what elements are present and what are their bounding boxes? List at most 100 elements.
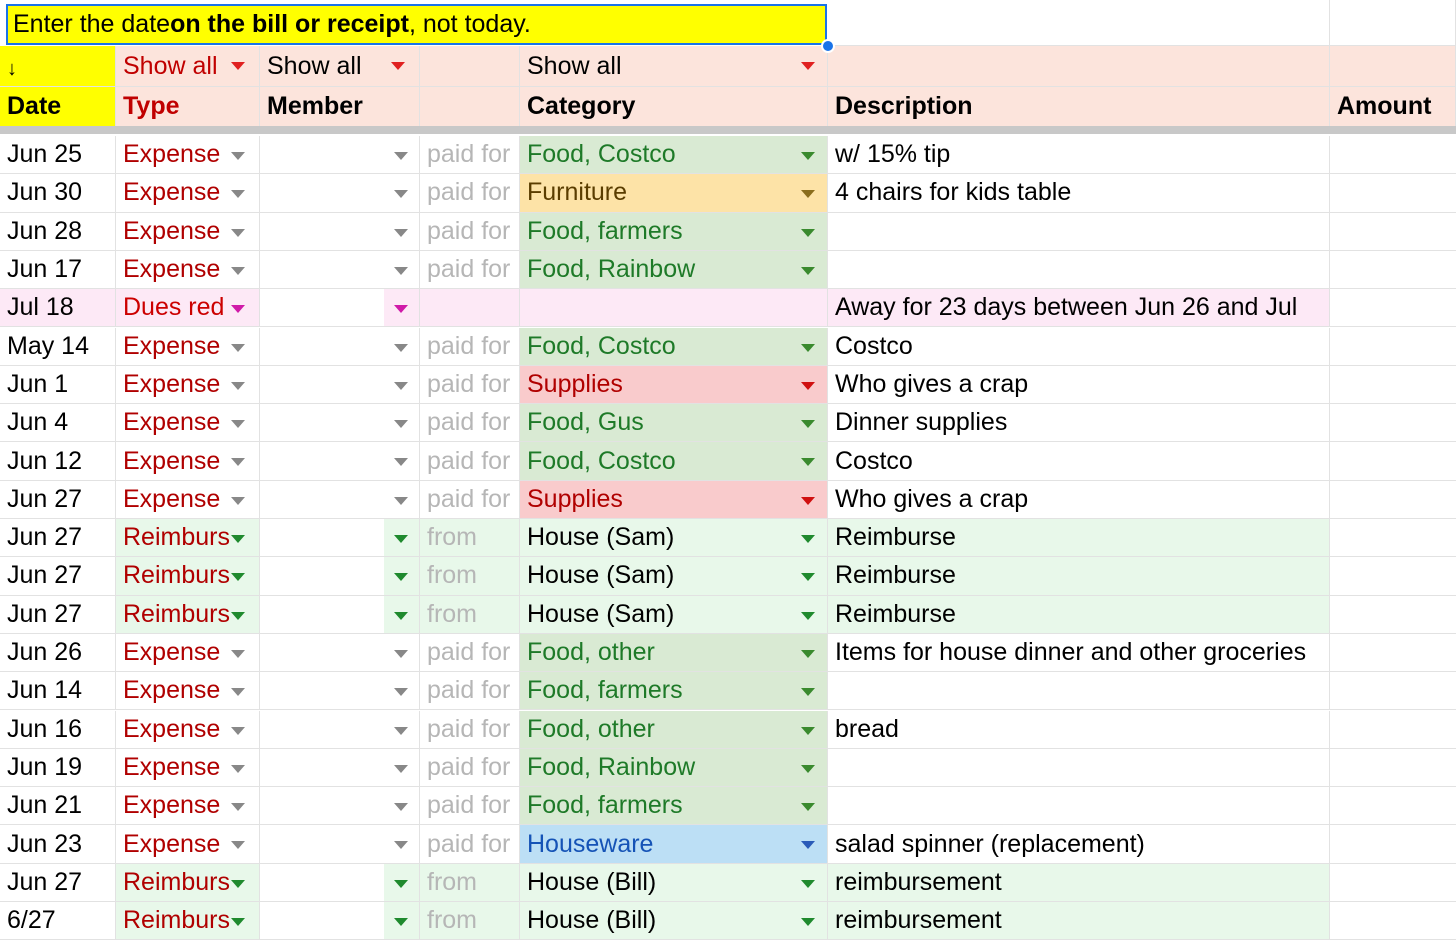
amount-cell[interactable] xyxy=(1330,289,1456,328)
description-cell[interactable]: reimbursement xyxy=(828,863,1330,902)
description-cell[interactable]: Who gives a crap xyxy=(828,365,1330,405)
type-dropdown-icon[interactable] xyxy=(231,266,245,275)
member-dropdown[interactable] xyxy=(384,902,420,940)
description-cell[interactable] xyxy=(828,672,1330,711)
member-dropdown[interactable] xyxy=(384,672,420,711)
description-cell[interactable]: 4 chairs for kids table xyxy=(828,174,1330,213)
type-dropdown-icon[interactable] xyxy=(231,918,245,926)
type-dropdown-icon[interactable] xyxy=(231,649,245,658)
date-cell[interactable]: Jun 25 xyxy=(0,136,116,175)
category-cell[interactable]: Food, Costco xyxy=(520,442,828,481)
type-cell[interactable]: Expense xyxy=(116,672,260,711)
category-cell[interactable]: House (Sam) xyxy=(520,595,828,634)
member-dropdown-icon[interactable] xyxy=(394,573,408,582)
type-dropdown-icon[interactable] xyxy=(231,688,245,697)
member-dropdown-icon[interactable] xyxy=(394,726,408,735)
date-cell[interactable]: 6/27 xyxy=(0,902,116,940)
type-cell[interactable]: Expense xyxy=(116,365,260,405)
date-cell[interactable]: Jun 12 xyxy=(0,442,116,481)
description-cell[interactable]: reimbursement xyxy=(828,902,1330,940)
type-dropdown-icon[interactable] xyxy=(231,535,245,543)
category-dropdown-icon[interactable] xyxy=(801,420,815,429)
amount-cell[interactable] xyxy=(1330,136,1456,175)
member-dropdown[interactable] xyxy=(384,365,420,405)
type-cell[interactable]: Expense xyxy=(116,787,260,826)
column-header-blank[interactable] xyxy=(420,87,520,127)
date-cell[interactable]: Jun 27 xyxy=(0,519,116,558)
member-dropdown[interactable] xyxy=(384,327,420,366)
member-cell[interactable] xyxy=(260,863,384,902)
description-cell[interactable] xyxy=(828,250,1330,290)
category-cell[interactable]: Food, Rainbow xyxy=(520,250,828,290)
type-dropdown-icon[interactable] xyxy=(231,343,245,352)
type-dropdown-icon[interactable] xyxy=(231,841,245,850)
type-dropdown-icon[interactable] xyxy=(231,764,245,773)
description-cell[interactable] xyxy=(828,748,1330,788)
member-dropdown-icon[interactable] xyxy=(394,649,408,658)
category-cell[interactable]: Supplies xyxy=(520,365,828,405)
description-cell[interactable]: salad spinner (replacement) xyxy=(828,825,1330,864)
type-filter-dropdown-icon[interactable] xyxy=(231,62,245,70)
member-dropdown[interactable] xyxy=(384,289,420,328)
member-dropdown-icon[interactable] xyxy=(394,611,408,620)
description-cell[interactable]: bread xyxy=(828,710,1330,749)
type-cell[interactable]: Expense xyxy=(116,710,260,749)
amount-cell[interactable] xyxy=(1330,825,1456,864)
date-cell[interactable]: May 14 xyxy=(0,327,116,366)
member-dropdown[interactable] xyxy=(384,787,420,826)
type-cell[interactable]: Expense xyxy=(116,480,260,519)
category-cell[interactable]: Food, Gus xyxy=(520,404,828,443)
type-cell[interactable]: Reimburs xyxy=(116,863,260,902)
description-cell[interactable]: Dinner supplies xyxy=(828,404,1330,443)
selection-fill-handle[interactable] xyxy=(821,39,835,53)
description-cell[interactable] xyxy=(828,787,1330,826)
amount-cell[interactable] xyxy=(1330,633,1456,673)
category-cell[interactable] xyxy=(520,289,828,328)
amount-cell[interactable] xyxy=(1330,863,1456,902)
member-dropdown-icon[interactable] xyxy=(394,266,408,275)
type-cell[interactable]: Reimburs xyxy=(116,595,260,634)
category-cell[interactable]: Food, Costco xyxy=(520,327,828,366)
category-filter[interactable]: Show all xyxy=(520,46,828,87)
member-dropdown[interactable] xyxy=(384,863,420,902)
member-dropdown-icon[interactable] xyxy=(394,764,408,773)
column-header-member[interactable]: Member xyxy=(260,87,420,127)
member-filter[interactable]: Show all xyxy=(260,46,420,87)
category-cell[interactable]: Food, other xyxy=(520,710,828,749)
category-dropdown-icon[interactable] xyxy=(801,726,815,735)
member-cell[interactable] xyxy=(260,365,384,405)
amount-cell[interactable] xyxy=(1330,902,1456,940)
column-header-category[interactable]: Category xyxy=(520,87,828,127)
member-cell[interactable] xyxy=(260,404,384,443)
category-dropdown-icon[interactable] xyxy=(801,841,815,850)
category-cell[interactable]: Food, farmers xyxy=(520,212,828,251)
amount-cell[interactable] xyxy=(1330,250,1456,290)
type-dropdown-icon[interactable] xyxy=(231,803,245,812)
member-cell[interactable] xyxy=(260,672,384,711)
type-cell[interactable]: Expense xyxy=(116,174,260,213)
category-cell[interactable]: Food, Rainbow xyxy=(520,748,828,788)
member-dropdown-icon[interactable] xyxy=(394,535,408,543)
member-cell[interactable] xyxy=(260,557,384,596)
date-cell[interactable]: Jul 18 xyxy=(0,289,116,328)
column-header-description[interactable]: Description xyxy=(828,87,1330,127)
amount-cell[interactable] xyxy=(1330,174,1456,213)
category-dropdown-icon[interactable] xyxy=(801,611,815,620)
date-cell[interactable]: Jun 4 xyxy=(0,404,116,443)
member-cell[interactable] xyxy=(260,174,384,213)
category-dropdown-icon[interactable] xyxy=(801,535,815,543)
category-cell[interactable]: House (Sam) xyxy=(520,519,828,558)
member-dropdown-icon[interactable] xyxy=(394,496,408,505)
category-dropdown-icon[interactable] xyxy=(801,879,815,888)
category-dropdown-icon[interactable] xyxy=(801,496,815,505)
member-cell[interactable] xyxy=(260,633,384,673)
member-dropdown[interactable] xyxy=(384,557,420,596)
member-cell[interactable] xyxy=(260,250,384,290)
category-filter-dropdown-icon[interactable] xyxy=(801,62,815,70)
member-cell[interactable] xyxy=(260,710,384,749)
member-cell[interactable] xyxy=(260,327,384,366)
member-dropdown-icon[interactable] xyxy=(394,381,408,390)
member-dropdown[interactable] xyxy=(384,633,420,673)
category-cell[interactable]: Houseware xyxy=(520,825,828,864)
member-dropdown-icon[interactable] xyxy=(394,918,408,926)
